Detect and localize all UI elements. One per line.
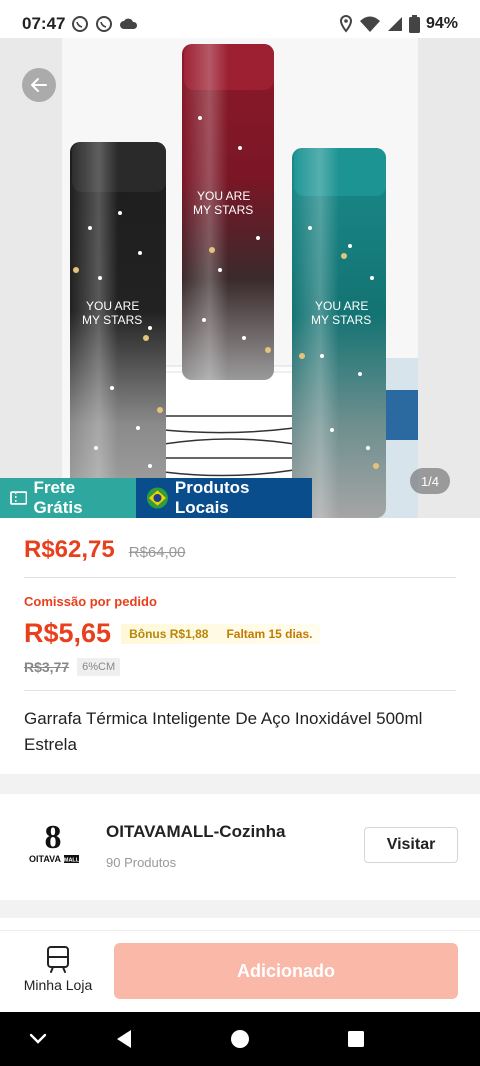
status-time: 07:47 [22,14,66,33]
store-product-count: 90 Produtos [106,855,177,870]
store-name: OITAVAMALL-Cozinha [106,822,286,841]
svg-text:8: 8 [45,820,62,856]
store-logo-text: OITAVA [29,854,61,864]
store-logo-tag: MALL [64,858,80,864]
recents-square-icon [348,1031,364,1047]
price-row: R$62,75 R$64,00 [24,536,185,564]
brazil-flag-icon [146,487,168,509]
svg-text:YOU ARE: YOU ARE [86,299,139,313]
divider [24,690,456,691]
arrow-left-icon [31,78,47,92]
commission-old-price: R$3,77 [24,659,70,675]
product-info-card: R$62,75 R$64,00 Comissão por pedido R$5,… [0,518,480,774]
battery-percent: 94% [425,15,458,32]
svg-text:YOU ARE: YOU ARE [197,189,250,203]
bonus-banner: Bônus R$1,88 Faltam 15 dias. [121,623,321,644]
my-store-tab[interactable]: Minha Loja [18,945,98,993]
system-nav-bar [0,1012,480,1066]
svg-text:YOU ARE: YOU ARE [315,299,368,313]
app-root: { "status_bar": { "time": "07:47", "batt… [0,0,480,1066]
signal-icon [387,17,402,31]
location-icon [339,15,352,33]
home-circle-icon [231,1030,249,1048]
chevron-down-icon [29,1033,47,1044]
product-old-price: R$64,00 [128,544,186,561]
store-card[interactable]: 8 OITAVA MALL OITAVAMALL-Cozinha 90 Prod… [0,794,480,900]
svg-text:MY STARS: MY STARS [82,313,142,327]
product-photo: YOU AREMY STARS YOU AREMY STARS YOU AREM… [0,38,480,518]
nav-recents-button[interactable] [326,1012,386,1066]
commission-sub-row: R$3,77 6%CM [24,658,121,676]
svg-text:MY STARS: MY STARS [193,203,253,217]
image-pager: 1/4 [410,468,450,494]
days-left-text: Faltam 15 dias. [226,626,313,641]
local-products-badge: Produtos Locais [136,478,312,518]
battery-icon [408,15,420,33]
back-button[interactable] [22,68,56,102]
product-price: R$62,75 [24,536,115,563]
commission-price: R$5,65 [24,618,112,648]
nav-collapse-button[interactable] [8,1012,68,1066]
nav-back-button[interactable] [94,1012,154,1066]
bonus-text: Bônus R$1,88 [129,626,209,641]
badges-row: Frete Grátis Produtos Locais [0,478,312,518]
nav-home-button[interactable] [210,1012,270,1066]
my-store-label: Minha Loja [23,977,93,993]
commission-label: Comissão por pedido [24,594,157,609]
back-triangle-icon [117,1030,131,1048]
ticket-icon [10,491,28,505]
commission-row: R$5,65 Bônus R$1,88 Faltam 15 dias. [24,618,321,649]
svg-text:MY STARS: MY STARS [311,313,371,327]
whatsapp-icon [96,16,113,32]
added-button[interactable]: Adicionado [114,943,458,999]
bottom-action-bar: Minha Loja Adicionado [0,930,480,1012]
divider [24,577,456,578]
product-title: Garrafa Térmica Inteligente De Aço Inoxi… [24,709,423,754]
free-shipping-badge: Frete Grátis [0,478,136,518]
whatsapp-icon [72,16,89,32]
product-image-carousel[interactable]: YOU ARE MY STARS YOU ARE MY STARS YOU ARE M… [0,38,480,518]
visit-store-button[interactable]: Visitar [364,827,458,863]
cm-tag: 6%CM [77,658,121,676]
store-logo: 8 OITAVA MALL [29,820,80,864]
wifi-icon [359,16,380,32]
cloud-icon [120,18,138,29]
store-icon [47,946,69,973]
